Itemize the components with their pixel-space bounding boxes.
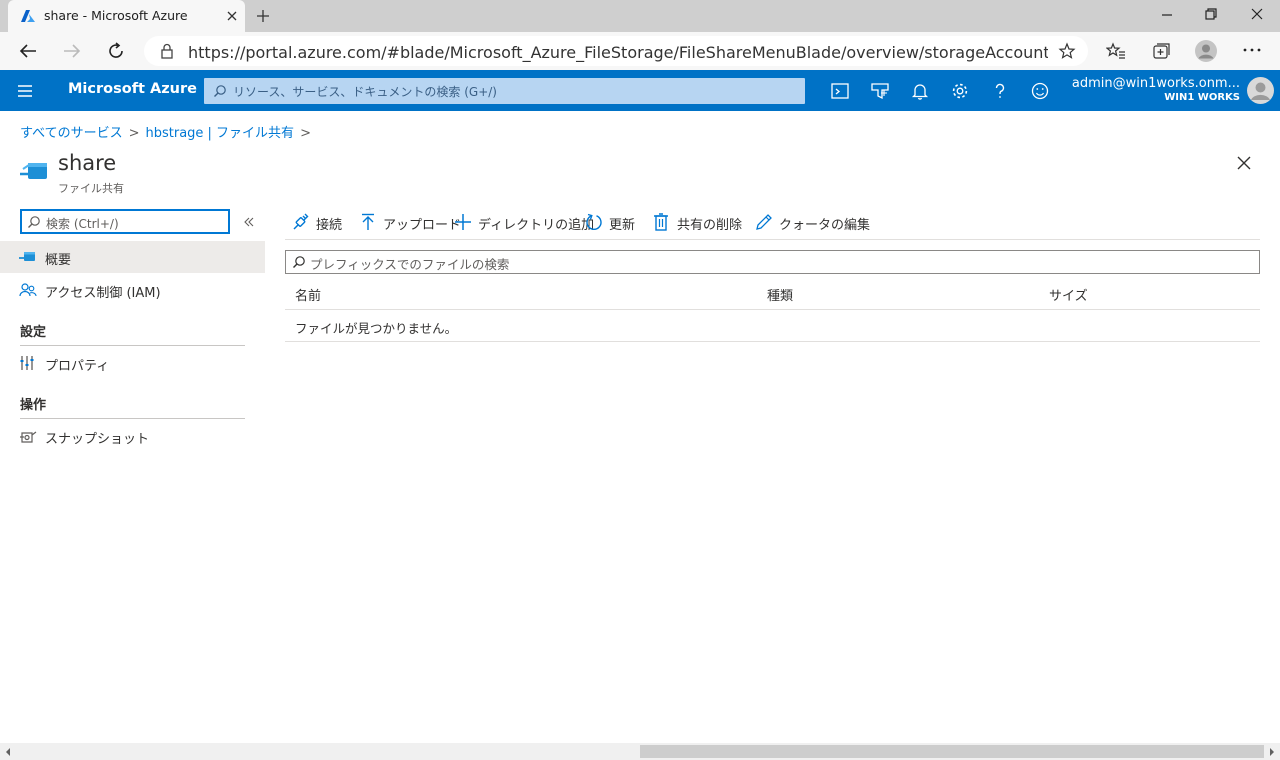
page-title: share [58,151,117,175]
nav-label-snapshots: スナップショット [45,432,150,447]
global-search-placeholder: リソース、サービス、ドキュメントの検索 (G+/) [233,85,497,99]
scrollbar-thumb[interactable] [640,745,1264,758]
more-options-icon[interactable] [1243,48,1261,52]
forward-icon[interactable] [62,42,82,60]
refresh-label: 更新 [609,218,636,233]
upload-arrow-icon [359,213,377,231]
section-divider [20,418,245,419]
refresh-page-icon[interactable] [106,41,126,61]
user-avatar[interactable] [1247,77,1274,104]
breadcrumb-all-services[interactable]: すべてのサービス [20,126,123,141]
file-search-placeholder: プレフィックスでのファイルの検索 [310,257,510,272]
minimize-icon[interactable] [1160,8,1174,22]
restore-icon[interactable] [1204,7,1218,21]
upload-label: アップロード [383,218,462,233]
edit-quota-label: クォータの編集 [779,218,871,233]
global-search-input[interactable]: リソース、サービス、ドキュメントの検索 (G+/) [204,78,805,104]
trash-icon [653,213,669,231]
lock-icon [160,43,174,59]
table-row-divider [285,341,1260,342]
tab-close-icon[interactable] [225,9,239,23]
table-header-divider [285,309,1260,310]
plus-icon [454,213,472,231]
profile-avatar[interactable] [1195,40,1217,62]
column-header-name[interactable]: 名前 [295,285,321,304]
settings-gear-icon[interactable] [950,81,970,101]
file-prefix-search-input[interactable]: プレフィックスでのファイルの検索 [285,250,1260,274]
tab-title: share - Microsoft Azure [44,8,188,23]
toolbar-divider [285,239,1260,240]
empty-files-message: ファイルが見つかりません。 [295,321,458,336]
search-icon [292,255,306,269]
menu-search-input[interactable]: 検索 (Ctrl+/) [20,209,230,234]
refresh-icon [585,213,603,231]
nav-item-overview[interactable]: 概要 [0,241,265,273]
nav-label-properties: プロパティ [45,359,110,374]
collections-icon[interactable] [1151,42,1171,60]
add-directory-label: ディレクトリの追加 [478,218,595,233]
column-header-type[interactable]: 種類 [767,285,793,304]
directory-filter-icon[interactable] [870,81,890,101]
section-operations: 操作 [20,398,47,413]
breadcrumb-storage-file-shares[interactable]: hbstrage | ファイル共有 [145,126,294,141]
back-icon[interactable] [18,42,38,60]
account-menu[interactable]: admin@win1works.onm... WIN1 WORKS [1072,76,1240,103]
column-header-size[interactable]: サイズ [1049,285,1088,304]
close-blade-icon[interactable] [1236,155,1252,171]
nav-item-snapshots[interactable]: スナップショット [0,420,265,452]
favorite-star-icon[interactable] [1058,42,1076,60]
hamburger-menu-icon[interactable] [17,84,33,98]
browser-tab-bar: share - Microsoft Azure [0,0,1280,32]
pencil-icon [755,213,773,231]
window-close-icon[interactable] [1250,7,1264,21]
new-tab-icon[interactable] [255,8,271,24]
menu-search-placeholder: 検索 (Ctrl+/) [46,217,119,231]
azure-header: Microsoft Azure リソース、サービス、ドキュメントの検索 (G+/… [0,70,1280,111]
delete-share-label: 共有の削除 [677,218,743,233]
connect-label: 接続 [316,218,343,233]
azure-logo-icon [20,8,36,24]
file-share-icon [19,249,37,265]
notifications-bell-icon[interactable] [910,81,930,101]
scroll-left-arrow-icon[interactable] [4,747,12,757]
nav-label-iam: アクセス制御 (IAM) [45,286,161,301]
people-icon [19,282,37,298]
user-organization: WIN1 WORKS [1164,92,1240,103]
search-icon [213,84,227,98]
breadcrumb-separator: > [300,126,311,141]
favorites-icon[interactable] [1106,42,1126,60]
help-question-icon[interactable] [990,81,1010,101]
section-settings: 設定 [20,325,47,340]
properties-sliders-icon [19,355,35,371]
browser-toolbar: https://portal.azure.com/#blade/Microsof… [0,32,1280,70]
section-divider [20,345,245,346]
address-bar[interactable]: https://portal.azure.com/#blade/Microsof… [144,36,1088,66]
collapse-menu-icon[interactable] [242,215,256,229]
page-subtitle: ファイル共有 [58,182,124,195]
connect-plug-icon [292,213,310,231]
nav-item-properties[interactable]: プロパティ [0,347,265,379]
breadcrumb: すべてのサービス > hbstrage | ファイル共有 > [20,122,317,141]
file-share-icon [18,156,50,186]
nav-label-overview: 概要 [45,253,72,268]
user-email: admin@win1works.onm... [1071,76,1240,91]
feedback-smiley-icon[interactable] [1030,81,1050,101]
browser-tab[interactable]: share - Microsoft Azure [8,0,245,32]
url-text[interactable]: https://portal.azure.com/#blade/Microsof… [188,43,1048,62]
cloud-shell-icon[interactable] [830,81,850,101]
search-icon [27,215,41,229]
snapshot-icon [19,428,37,444]
nav-item-iam[interactable]: アクセス制御 (IAM) [0,274,265,306]
breadcrumb-separator: > [128,126,140,141]
brand-title[interactable]: Microsoft Azure [68,81,197,97]
scroll-right-arrow-icon[interactable] [1268,747,1276,757]
